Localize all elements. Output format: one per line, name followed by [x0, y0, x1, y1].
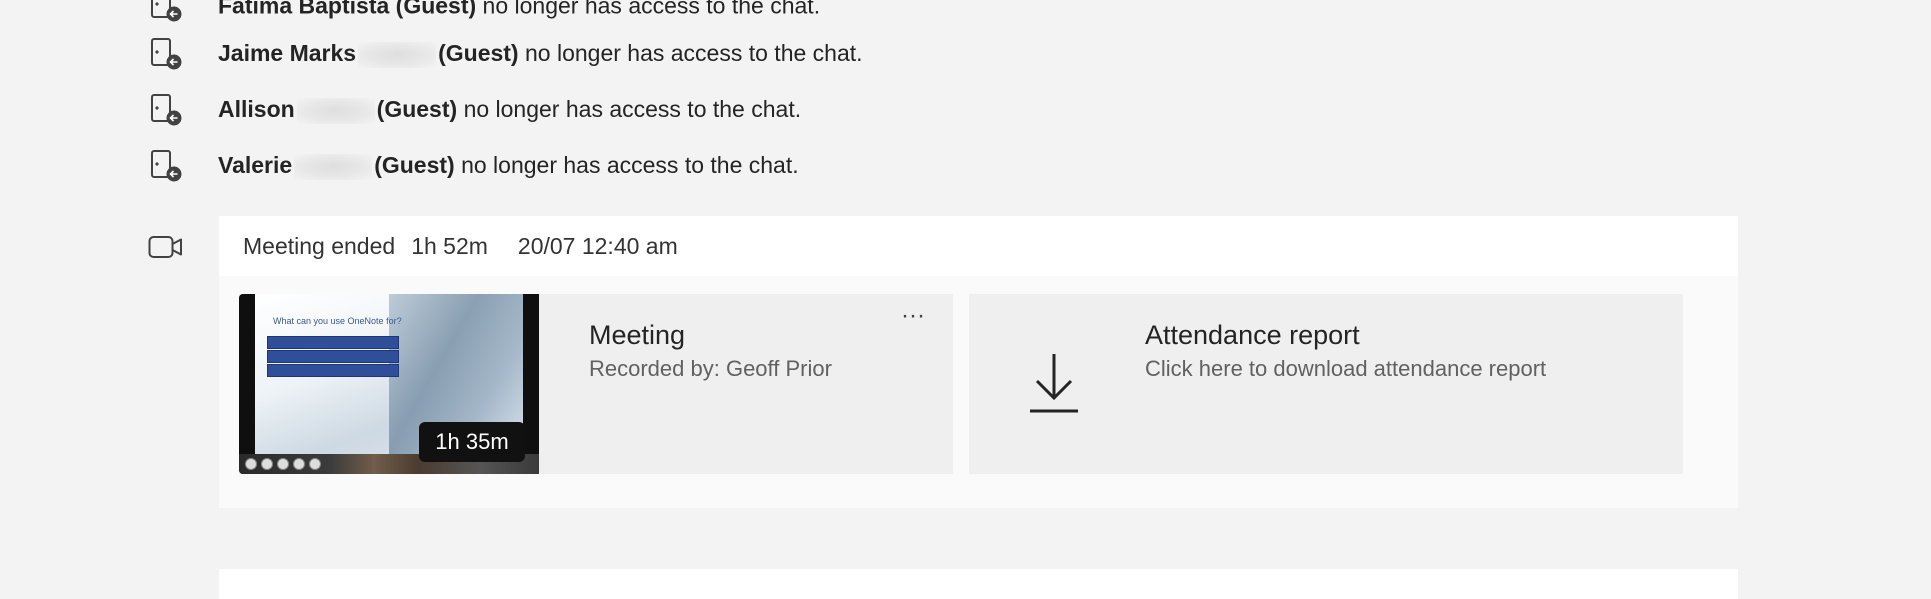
next-message-card: [219, 569, 1738, 599]
event-user-name: Allison: [218, 96, 295, 123]
event-message: no longer has access to the chat.: [461, 152, 799, 179]
event-user-role: (Guest): [438, 40, 519, 67]
recording-recorded-by: Recorded by: Geoff Prior: [589, 356, 832, 381]
meeting-header: Meeting ended 1h 52m 20/07 12:40 am: [219, 216, 1738, 276]
thumbnail-bar: [267, 350, 399, 363]
event-text: Jaime Marks (Guest) no longer has access …: [218, 40, 863, 68]
attendance-report-subtitle: Click here to download attendance report: [1145, 356, 1547, 381]
recording-duration-badge: 1h 35m: [419, 422, 525, 462]
event-text: Allison (Guest) no longer has access to t…: [218, 96, 801, 124]
meeting-datetime: 20/07 12:40 am: [517, 232, 678, 259]
recording-tile[interactable]: What can you use OneNote for? 1h 35m Mee…: [239, 294, 953, 474]
event-message: no longer has access to the chat.: [463, 96, 802, 123]
redacted-surname: [294, 153, 373, 180]
event-user-name: Fatima Baptista: [218, 0, 390, 19]
more-options-icon[interactable]: ···: [893, 304, 933, 334]
thumbnail-bar: [267, 336, 399, 349]
thumbnail-bar: [267, 364, 399, 377]
meeting-status: Meeting ended: [243, 232, 396, 259]
meeting-length: 1h 52m: [411, 232, 488, 259]
event-user-role: (Guest): [395, 0, 477, 19]
attendance-report-title: Attendance report: [1145, 320, 1360, 350]
attendance-report-tile[interactable]: Attendance report Click here to download…: [969, 294, 1683, 474]
meeting-ended-card: Meeting ended 1h 52m 20/07 12:40 am What…: [219, 216, 1738, 508]
event-user-name: Jaime Marks: [218, 40, 357, 67]
recording-title: Meeting: [589, 320, 686, 350]
event-user-role: (Guest): [374, 152, 455, 179]
download-icon: [1030, 354, 1078, 413]
event-message: no longer has access to the chat.: [524, 40, 863, 67]
event-text: Fatima Baptista (Guest) no longer has ac…: [218, 0, 820, 20]
video-camera-icon: [148, 236, 182, 258]
event-user-name: Valerie: [218, 152, 293, 179]
person-leave-icon: [151, 150, 182, 182]
system-event-row: Allison (Guest) no longer has access to t…: [150, 90, 801, 130]
thumbnail-slide-title: What can you use OneNote for?: [273, 316, 402, 326]
control-dots: [245, 458, 321, 470]
event-message: no longer has access to the chat.: [482, 0, 821, 19]
event-user-role: (Guest): [376, 96, 458, 123]
person-leave-icon: [151, 38, 182, 70]
redacted-surname: [296, 97, 375, 124]
event-text: Valerie (Guest) no longer has access to t…: [218, 152, 799, 180]
person-leave-icon: [151, 0, 182, 22]
system-event-row: Fatima Baptista (Guest) no longer has ac…: [150, 0, 820, 26]
redacted-surname: [358, 41, 437, 68]
system-event-row: Jaime Marks (Guest) no longer has access …: [150, 34, 863, 74]
system-event-row: Valerie (Guest) no longer has access to t…: [150, 146, 799, 186]
recording-thumbnail[interactable]: What can you use OneNote for? 1h 35m: [239, 294, 539, 474]
person-leave-icon: [151, 94, 182, 126]
